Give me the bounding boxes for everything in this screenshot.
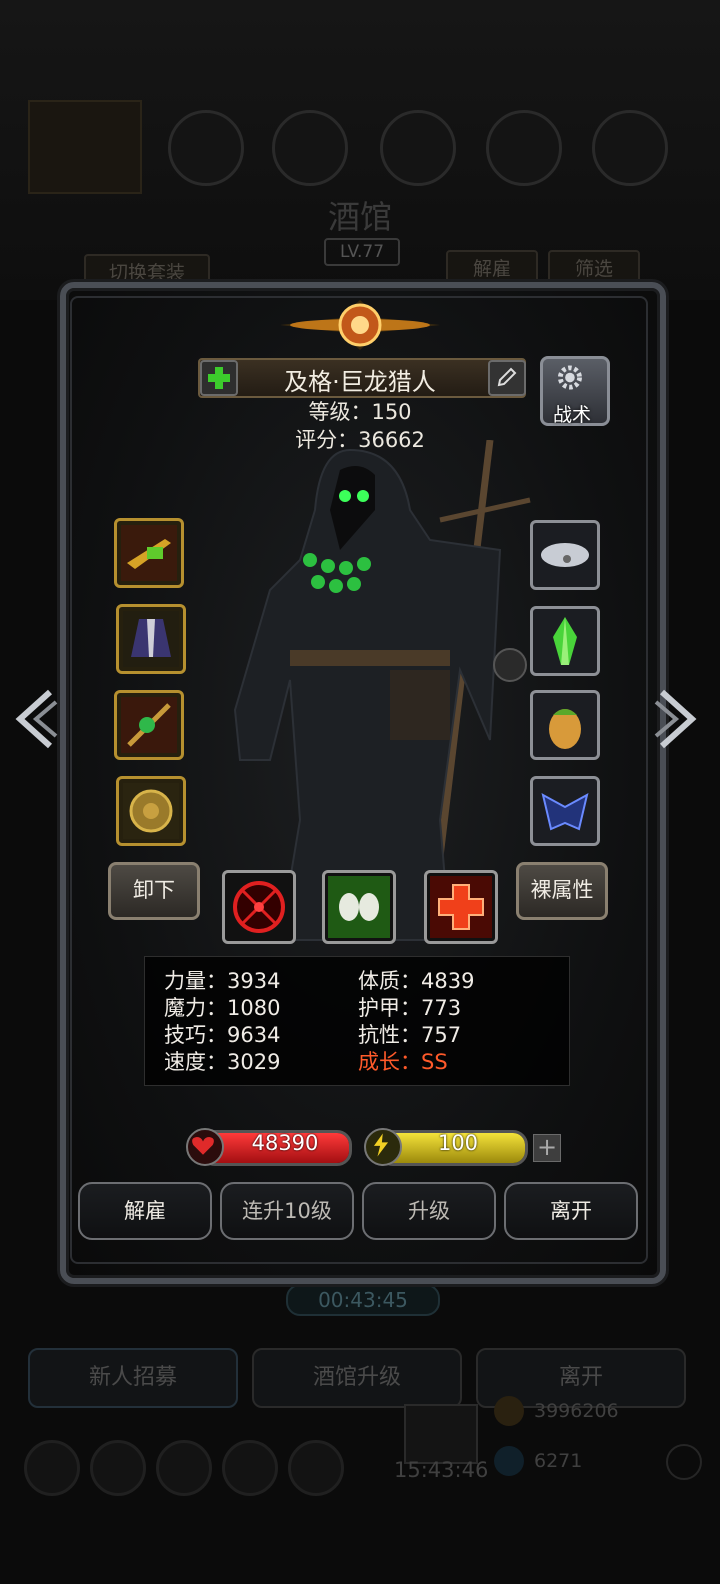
hero-name: 及格·巨龙猎人 [284, 368, 436, 396]
heart-icon [186, 1128, 224, 1166]
add-energy-button[interactable]: + [533, 1134, 561, 1162]
stats-left-column: 力量：3934 魔力：1080 技巧：9634 速度：3029 [164, 968, 280, 1076]
staff-icon [121, 697, 177, 753]
upgrade-tavern-button[interactable]: 酒馆升级 [252, 1348, 462, 1408]
unequip-button[interactable]: 卸下 [108, 862, 200, 920]
bg-menu-icon [380, 110, 456, 186]
tavern-title: 酒馆 [327, 198, 392, 236]
gem-icon [494, 1446, 524, 1476]
lightning-shape [373, 1133, 389, 1157]
skill-slot-2[interactable] [322, 870, 396, 944]
dock-icon[interactable] [288, 1440, 344, 1496]
level-up-button[interactable]: 升级 [362, 1182, 496, 1240]
coat-icon [123, 611, 179, 667]
stat-growth: 成长：SS [358, 1050, 448, 1074]
recruit-button[interactable]: 新人招募 [28, 1348, 238, 1408]
stat-skill: 技巧：9634 [164, 1023, 281, 1047]
gold-coin-icon [494, 1396, 524, 1426]
equip-slot-shield[interactable] [116, 776, 186, 846]
bg-menu-icon [592, 110, 668, 186]
cloud-icon [541, 543, 589, 567]
equip-slot-accessory[interactable] [114, 690, 184, 760]
clock-time: 15:43:46 [394, 1458, 489, 1482]
energy-value: 100 [437, 1131, 479, 1155]
leave-button[interactable]: 离开 [504, 1182, 638, 1240]
egg-icon [549, 709, 581, 749]
stat-speed: 速度：3029 [164, 1050, 281, 1074]
emblem-crest-icon [280, 300, 440, 350]
equip-slot-armor[interactable] [116, 604, 186, 674]
hero-level: 等级：150 [308, 400, 412, 424]
equip-slot-weapon[interactable] [114, 518, 184, 588]
gold-amount: 3996206 [534, 1400, 619, 1422]
equip-slot-mask[interactable] [530, 776, 600, 846]
heart-shape [192, 1137, 214, 1155]
dock-icon[interactable] [222, 1440, 278, 1496]
tactics-label: 战术 [552, 404, 591, 426]
plus-icon [208, 367, 230, 389]
stats-right-column: 体质：4839 护甲：773 抗性：757 成长：SS [358, 968, 474, 1076]
dock-plus-icon[interactable] [666, 1444, 702, 1480]
crosshair-skill-icon [233, 881, 285, 933]
bg-menu-icon [486, 110, 562, 186]
equip-slot-ring[interactable] [530, 520, 600, 590]
lightning-icon [364, 1128, 402, 1166]
dock-icon[interactable] [156, 1440, 212, 1496]
stat-resistance: 抗性：757 [358, 1023, 462, 1047]
shield-icon [123, 783, 179, 839]
gear-icon [557, 365, 582, 390]
stat-constitution: 体质：4839 [358, 969, 475, 993]
dock-icon[interactable] [24, 1440, 80, 1496]
gem-amount: 6271 [534, 1450, 583, 1472]
skill-slot-3[interactable] [424, 870, 498, 944]
gift-icon[interactable] [404, 1404, 478, 1464]
stat-strength: 力量：3934 [164, 969, 281, 993]
medic-cross-skill-icon [430, 876, 492, 938]
equip-slot-egg[interactable] [530, 690, 600, 760]
level-up-10-button[interactable]: 连升10级 [220, 1182, 354, 1240]
pencil-icon [497, 367, 517, 387]
recruit-timer: 00:43:45 [286, 1284, 440, 1316]
stat-magic: 魔力：1080 [164, 996, 281, 1020]
skulls-skill-icon [328, 876, 390, 938]
crystal-icon [553, 617, 577, 665]
add-hero-button[interactable] [200, 360, 238, 396]
bg-menu-icon [272, 110, 348, 186]
dismiss-button[interactable]: 解雇 [78, 1182, 212, 1240]
mask-icon [541, 793, 589, 831]
equip-slot-charm[interactable] [530, 606, 600, 676]
next-hero-arrow-icon[interactable] [654, 684, 702, 754]
naked-stats-button[interactable]: 裸属性 [516, 862, 608, 920]
skill-slot-1[interactable] [222, 870, 296, 944]
background-avatar [28, 100, 142, 194]
stat-armor: 护甲：773 [358, 996, 462, 1020]
tavern-level: LV.77 [324, 238, 400, 266]
dock-icon[interactable] [90, 1440, 146, 1496]
hp-value: 48390 [251, 1131, 319, 1155]
edit-name-button[interactable] [488, 360, 526, 396]
bg-menu-icon [168, 110, 244, 186]
prev-hero-arrow-icon[interactable] [10, 684, 58, 754]
gun-icon [121, 525, 177, 581]
